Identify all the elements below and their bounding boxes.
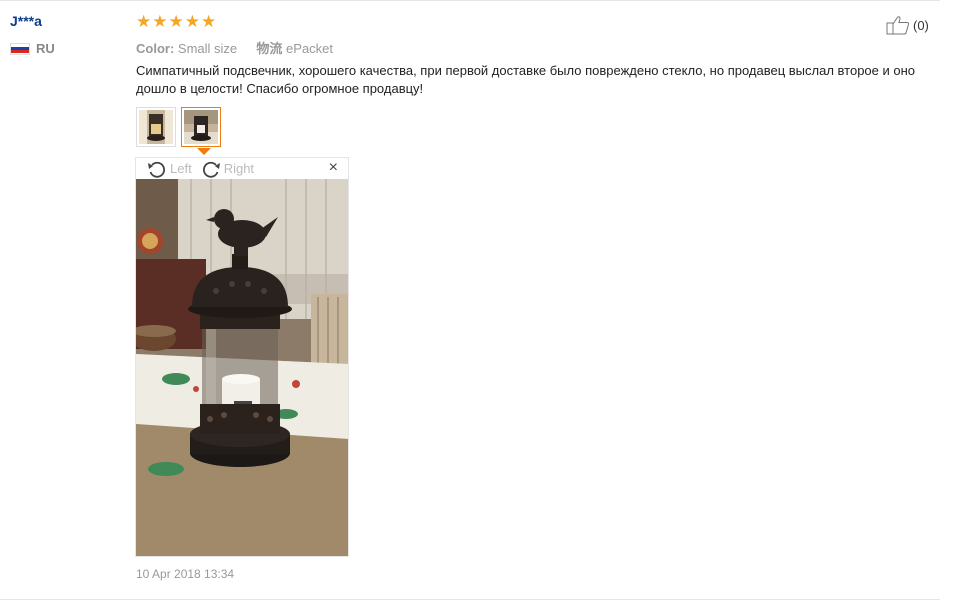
helpful-button[interactable]: (0) [886, 15, 929, 35]
rotate-right-button[interactable]: Right [200, 160, 254, 178]
active-photo-pointer [197, 148, 211, 155]
review-photo [136, 179, 348, 556]
review-text: Симпатичный подсвечник, хорошего качеств… [136, 63, 916, 96]
rating-stars: ★ ★ ★ ★ ★ [136, 13, 216, 30]
rotate-left-button[interactable]: Left [146, 160, 192, 178]
close-icon[interactable]: × [329, 160, 338, 176]
helpful-count: (0) [913, 17, 929, 33]
thumbs-up-icon[interactable] [886, 15, 910, 35]
photo-thumbnail[interactable] [136, 107, 176, 147]
review-photo-thumbnails [136, 107, 221, 147]
review-date: 10 Apr 2018 13:34 [136, 567, 235, 581]
shipping-value: ePacket [286, 41, 334, 56]
photo-thumbnail-active[interactable] [181, 107, 221, 147]
color-value: Small size [177, 41, 238, 56]
country-code: RU [36, 41, 55, 56]
russia-flag-icon [10, 42, 30, 55]
star-icon: ★ [184, 12, 200, 31]
star-icon: ★ [168, 12, 184, 31]
order-info: Color: Small size 物流 ePacket [136, 38, 333, 57]
reviewer-country: RU [10, 41, 55, 56]
rotate-left-label[interactable]: Left [170, 161, 192, 176]
star-icon: ★ [152, 12, 168, 31]
star-icon: ★ [136, 12, 152, 31]
bottom-divider [0, 599, 940, 600]
reviewer-name[interactable]: J***a [10, 13, 42, 29]
star-icon: ★ [201, 12, 217, 31]
photo-viewer: Left Right × [135, 157, 349, 557]
color-label: Color: [136, 41, 175, 56]
top-divider [0, 0, 940, 1]
shipping-label: 物流 [256, 41, 283, 56]
rotate-right-label[interactable]: Right [224, 161, 254, 176]
photo-viewer-toolbar: Left Right × [136, 158, 348, 179]
rotate-right-icon[interactable] [200, 160, 222, 178]
rotate-left-icon[interactable] [146, 160, 168, 178]
